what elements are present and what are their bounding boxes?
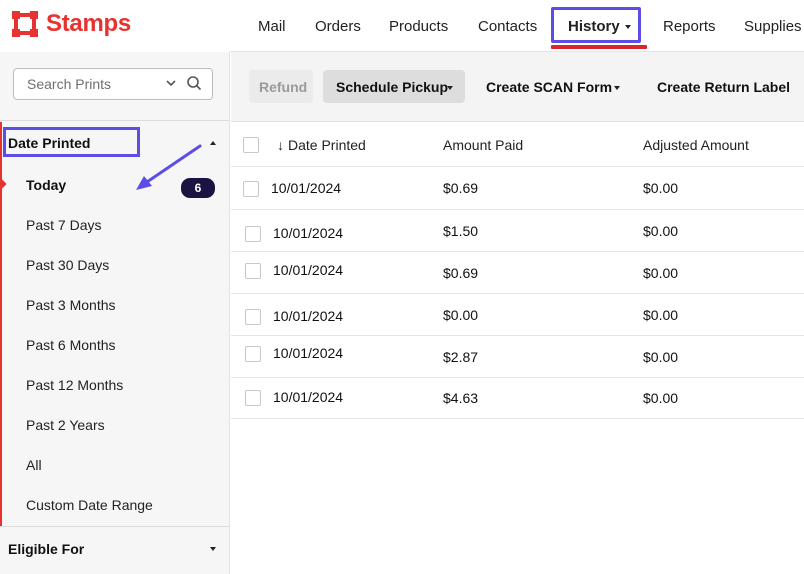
tab-orders[interactable]: Orders — [315, 18, 361, 35]
row-date: 10/01/2024 — [273, 308, 344, 324]
row-checkbox[interactable] — [245, 263, 261, 279]
row-amount-paid: $0.69 — [443, 265, 479, 281]
row-date: 10/01/2024 — [273, 262, 344, 278]
filter-past-12-months[interactable]: Past 12 Months — [26, 377, 123, 393]
brand-name: Stamps — [46, 10, 131, 37]
row-checkbox[interactable] — [245, 226, 261, 242]
filter-past-7-days[interactable]: Past 7 Days — [26, 217, 101, 233]
row-date: 10/01/2024 — [273, 225, 344, 241]
filter-past-2-years[interactable]: Past 2 Years — [26, 417, 105, 433]
search-input[interactable] — [27, 76, 157, 92]
sort-down-icon: ↓ — [277, 137, 284, 153]
tab-products[interactable]: Products — [389, 18, 448, 35]
row-checkbox[interactable] — [245, 309, 261, 325]
row-divider — [231, 377, 804, 378]
refund-label: Refund — [259, 79, 308, 95]
filter-all[interactable]: All — [26, 457, 42, 473]
row-divider — [231, 166, 804, 167]
row-divider — [231, 293, 804, 294]
expand-caret-icon[interactable] — [210, 547, 216, 551]
row-date: 10/01/2024 — [273, 345, 344, 361]
row-checkbox[interactable] — [243, 181, 259, 197]
row-divider — [231, 251, 804, 252]
row-date: 10/01/2024 — [273, 389, 344, 405]
filter-past-30-days[interactable]: Past 30 Days — [26, 257, 109, 273]
row-amount-paid: $0.00 — [443, 307, 479, 323]
row-amount-paid: $4.63 — [443, 390, 479, 406]
row-adjusted-amount: $0.00 — [643, 265, 679, 281]
filter-past-3-months[interactable]: Past 3 Months — [26, 297, 116, 313]
create-return-label-button[interactable]: Create Return Label — [657, 79, 790, 95]
action-toolbar: Refund Schedule Pickup Create SCAN Form … — [231, 52, 804, 122]
search-icon[interactable] — [186, 75, 202, 91]
select-all-checkbox[interactable] — [243, 137, 259, 153]
scan-form-chevron-down-icon[interactable] — [614, 86, 620, 90]
chevron-down-icon[interactable] — [164, 76, 178, 90]
tab-supplies[interactable]: Supplies — [744, 18, 802, 35]
column-header-label: Date Printed — [288, 137, 366, 153]
stamps-logo-icon — [12, 11, 38, 37]
row-adjusted-amount: $0.00 — [643, 223, 679, 239]
row-date: 10/01/2024 — [271, 180, 342, 196]
sidebar-divider — [0, 526, 230, 527]
row-amount-paid: $2.87 — [443, 349, 479, 365]
filter-custom-date-range[interactable]: Custom Date Range — [26, 497, 153, 513]
column-header-adjusted-amount[interactable]: Adjusted Amount — [643, 137, 749, 153]
active-tab-underline — [551, 45, 647, 49]
row-checkbox[interactable] — [245, 390, 261, 406]
tab-reports[interactable]: Reports — [663, 18, 716, 35]
section-eligible-for[interactable]: Eligible For — [8, 541, 84, 557]
row-divider — [231, 335, 804, 336]
date-printed-highlight-box — [3, 127, 140, 157]
sidebar-divider — [0, 120, 230, 121]
row-adjusted-amount: $0.00 — [643, 349, 679, 365]
column-header-date-printed[interactable]: ↓ Date Printed — [277, 137, 366, 153]
history-highlight-box — [551, 7, 641, 43]
app: Stamps Mail Orders Products Contacts His… — [0, 0, 804, 574]
pickup-chevron-down-icon[interactable] — [447, 86, 453, 90]
filter-today[interactable]: Today — [26, 177, 66, 193]
row-divider — [231, 418, 804, 419]
history-table: ↓ Date Printed Amount Paid Adjusted Amoun… — [231, 122, 804, 422]
tab-contacts[interactable]: Contacts — [478, 18, 537, 35]
annotation-arrow-icon — [136, 144, 202, 190]
row-divider — [231, 209, 804, 210]
row-amount-paid: $0.69 — [443, 180, 479, 196]
create-scan-form-button[interactable]: Create SCAN Form — [486, 79, 612, 95]
stamps-logo[interactable]: Stamps — [12, 10, 131, 38]
collapse-caret-icon[interactable] — [210, 141, 216, 145]
search-prints[interactable] — [13, 68, 213, 100]
tab-mail[interactable]: Mail — [258, 18, 286, 35]
schedule-pickup-label: Schedule Pickup — [336, 79, 449, 95]
row-adjusted-amount: $0.00 — [643, 390, 679, 406]
row-checkbox[interactable] — [245, 346, 261, 362]
top-nav: Mail Orders Products Contacts History Re… — [230, 0, 804, 52]
column-header-amount-paid[interactable]: Amount Paid — [443, 137, 523, 153]
filter-past-6-months[interactable]: Past 6 Months — [26, 337, 116, 353]
row-adjusted-amount: $0.00 — [643, 180, 679, 196]
row-adjusted-amount: $0.00 — [643, 307, 679, 323]
row-amount-paid: $1.50 — [443, 223, 479, 239]
